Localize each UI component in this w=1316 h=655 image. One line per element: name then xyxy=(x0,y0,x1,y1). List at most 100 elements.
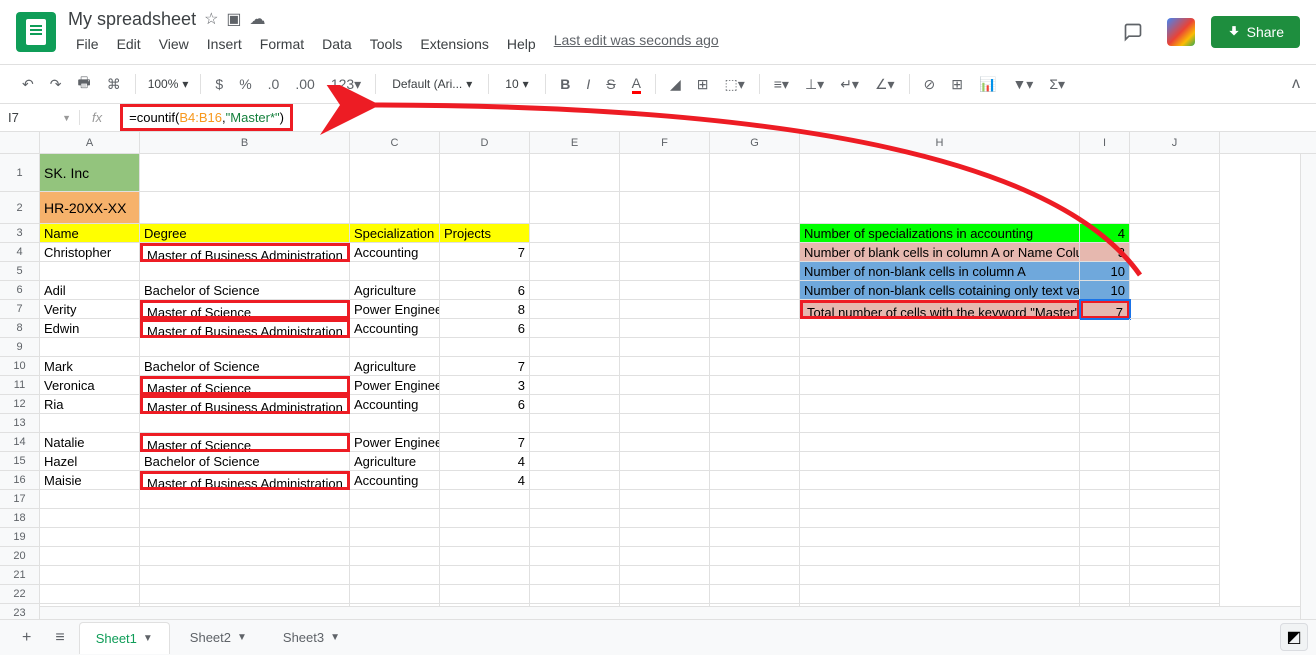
cell[interactable]: Adil xyxy=(40,281,140,300)
cell[interactable] xyxy=(710,154,800,192)
cell[interactable] xyxy=(40,528,140,547)
cell[interactable]: Master of Business Administration xyxy=(140,471,350,490)
functions-icon[interactable]: Σ▾ xyxy=(1043,72,1071,97)
cell[interactable] xyxy=(1130,262,1220,281)
row-header[interactable]: 3 xyxy=(0,224,40,243)
cell[interactable]: Agriculture xyxy=(350,357,440,376)
cell[interactable]: Bachelor of Science xyxy=(140,452,350,471)
cell[interactable]: Agriculture xyxy=(350,452,440,471)
col-header-J[interactable]: J xyxy=(1130,132,1220,153)
valign-icon[interactable]: ⊥▾ xyxy=(799,72,830,97)
cell[interactable] xyxy=(1080,528,1130,547)
row-header[interactable]: 22 xyxy=(0,585,40,604)
cell[interactable] xyxy=(710,300,800,319)
cell[interactable]: Verity xyxy=(40,300,140,319)
col-header-F[interactable]: F xyxy=(620,132,710,153)
row-header[interactable]: 4 xyxy=(0,243,40,262)
cell[interactable] xyxy=(620,490,710,509)
cell[interactable] xyxy=(710,414,800,433)
percent-icon[interactable]: % xyxy=(233,72,257,96)
cell[interactable]: 3 xyxy=(440,376,530,395)
menu-tools[interactable]: Tools xyxy=(362,32,411,56)
row-header[interactable]: 12 xyxy=(0,395,40,414)
cell[interactable] xyxy=(1080,357,1130,376)
cell[interactable] xyxy=(710,528,800,547)
col-header-G[interactable]: G xyxy=(710,132,800,153)
cell[interactable]: Agriculture xyxy=(350,281,440,300)
cell[interactable] xyxy=(620,262,710,281)
cell[interactable] xyxy=(1080,319,1130,338)
cell[interactable] xyxy=(710,547,800,566)
cell[interactable]: 7 xyxy=(440,243,530,262)
cell[interactable] xyxy=(530,414,620,433)
cell[interactable] xyxy=(40,490,140,509)
cell[interactable] xyxy=(1130,224,1220,243)
cell[interactable] xyxy=(620,433,710,452)
cell[interactable] xyxy=(530,243,620,262)
vertical-scrollbar[interactable] xyxy=(1300,154,1316,622)
cell[interactable] xyxy=(800,585,1080,604)
cell[interactable] xyxy=(1130,566,1220,585)
cell[interactable] xyxy=(800,547,1080,566)
cell[interactable] xyxy=(710,262,800,281)
cell[interactable]: Total number of cells with the keyword "… xyxy=(800,300,1080,319)
row-header[interactable]: 21 xyxy=(0,566,40,585)
cell[interactable]: Number of non-blank cells cotaining only… xyxy=(800,281,1080,300)
cell[interactable]: Specialization xyxy=(350,224,440,243)
spreadsheet-grid[interactable]: ABCDEFGHIJ 1SK. Inc2HR-20XX-XX3NameDegre… xyxy=(0,132,1316,622)
cell[interactable] xyxy=(1130,414,1220,433)
cell[interactable] xyxy=(1080,338,1130,357)
cell[interactable] xyxy=(620,319,710,338)
cell[interactable] xyxy=(530,224,620,243)
row-header[interactable]: 1 xyxy=(0,154,40,192)
cell[interactable] xyxy=(1080,509,1130,528)
cell[interactable] xyxy=(800,376,1080,395)
menu-help[interactable]: Help xyxy=(499,32,544,56)
print-icon[interactable]: 🖶 xyxy=(71,68,96,100)
cell[interactable] xyxy=(530,471,620,490)
cell[interactable] xyxy=(710,281,800,300)
cell[interactable] xyxy=(620,452,710,471)
cell[interactable] xyxy=(1130,547,1220,566)
cell[interactable] xyxy=(710,433,800,452)
share-button[interactable]: Share xyxy=(1211,16,1300,48)
cell[interactable]: Mark xyxy=(40,357,140,376)
cell[interactable] xyxy=(1130,319,1220,338)
cell[interactable]: SK. Inc xyxy=(40,154,140,192)
cell[interactable] xyxy=(710,509,800,528)
cell[interactable] xyxy=(530,338,620,357)
decrease-decimal-icon[interactable]: .0 xyxy=(262,72,286,96)
cell[interactable] xyxy=(440,528,530,547)
col-header-H[interactable]: H xyxy=(800,132,1080,153)
cell[interactable]: 6 xyxy=(440,395,530,414)
cell[interactable] xyxy=(1080,490,1130,509)
cell[interactable] xyxy=(350,528,440,547)
last-edit-link[interactable]: Last edit was seconds ago xyxy=(554,32,719,56)
link-icon[interactable]: ⊘ xyxy=(918,72,942,97)
cell[interactable] xyxy=(710,338,800,357)
menu-file[interactable]: File xyxy=(68,32,107,56)
borders-icon[interactable]: ⊞ xyxy=(691,72,715,97)
row-header[interactable]: 16 xyxy=(0,471,40,490)
cell[interactable] xyxy=(620,566,710,585)
move-icon[interactable]: ▣ xyxy=(226,9,241,29)
cell[interactable] xyxy=(620,471,710,490)
row-header[interactable]: 14 xyxy=(0,433,40,452)
font-select[interactable]: Default (Ari... ▾ xyxy=(384,75,480,93)
fill-color-icon[interactable]: ◢ xyxy=(664,72,687,97)
cell[interactable]: Accounting xyxy=(350,395,440,414)
sheet-tab[interactable]: Sheet3▼ xyxy=(267,622,356,654)
cell[interactable]: Maisie xyxy=(40,471,140,490)
cell[interactable] xyxy=(530,490,620,509)
cell[interactable] xyxy=(530,433,620,452)
cell[interactable] xyxy=(1130,243,1220,262)
row-header[interactable]: 2 xyxy=(0,192,40,224)
cell[interactable]: Christopher xyxy=(40,243,140,262)
cell[interactable] xyxy=(1080,154,1130,192)
cell[interactable] xyxy=(620,357,710,376)
cell[interactable]: HR-20XX-XX xyxy=(40,192,140,224)
row-header[interactable]: 17 xyxy=(0,490,40,509)
col-header-A[interactable]: A xyxy=(40,132,140,153)
menu-edit[interactable]: Edit xyxy=(109,32,149,56)
menu-extensions[interactable]: Extensions xyxy=(412,32,496,56)
